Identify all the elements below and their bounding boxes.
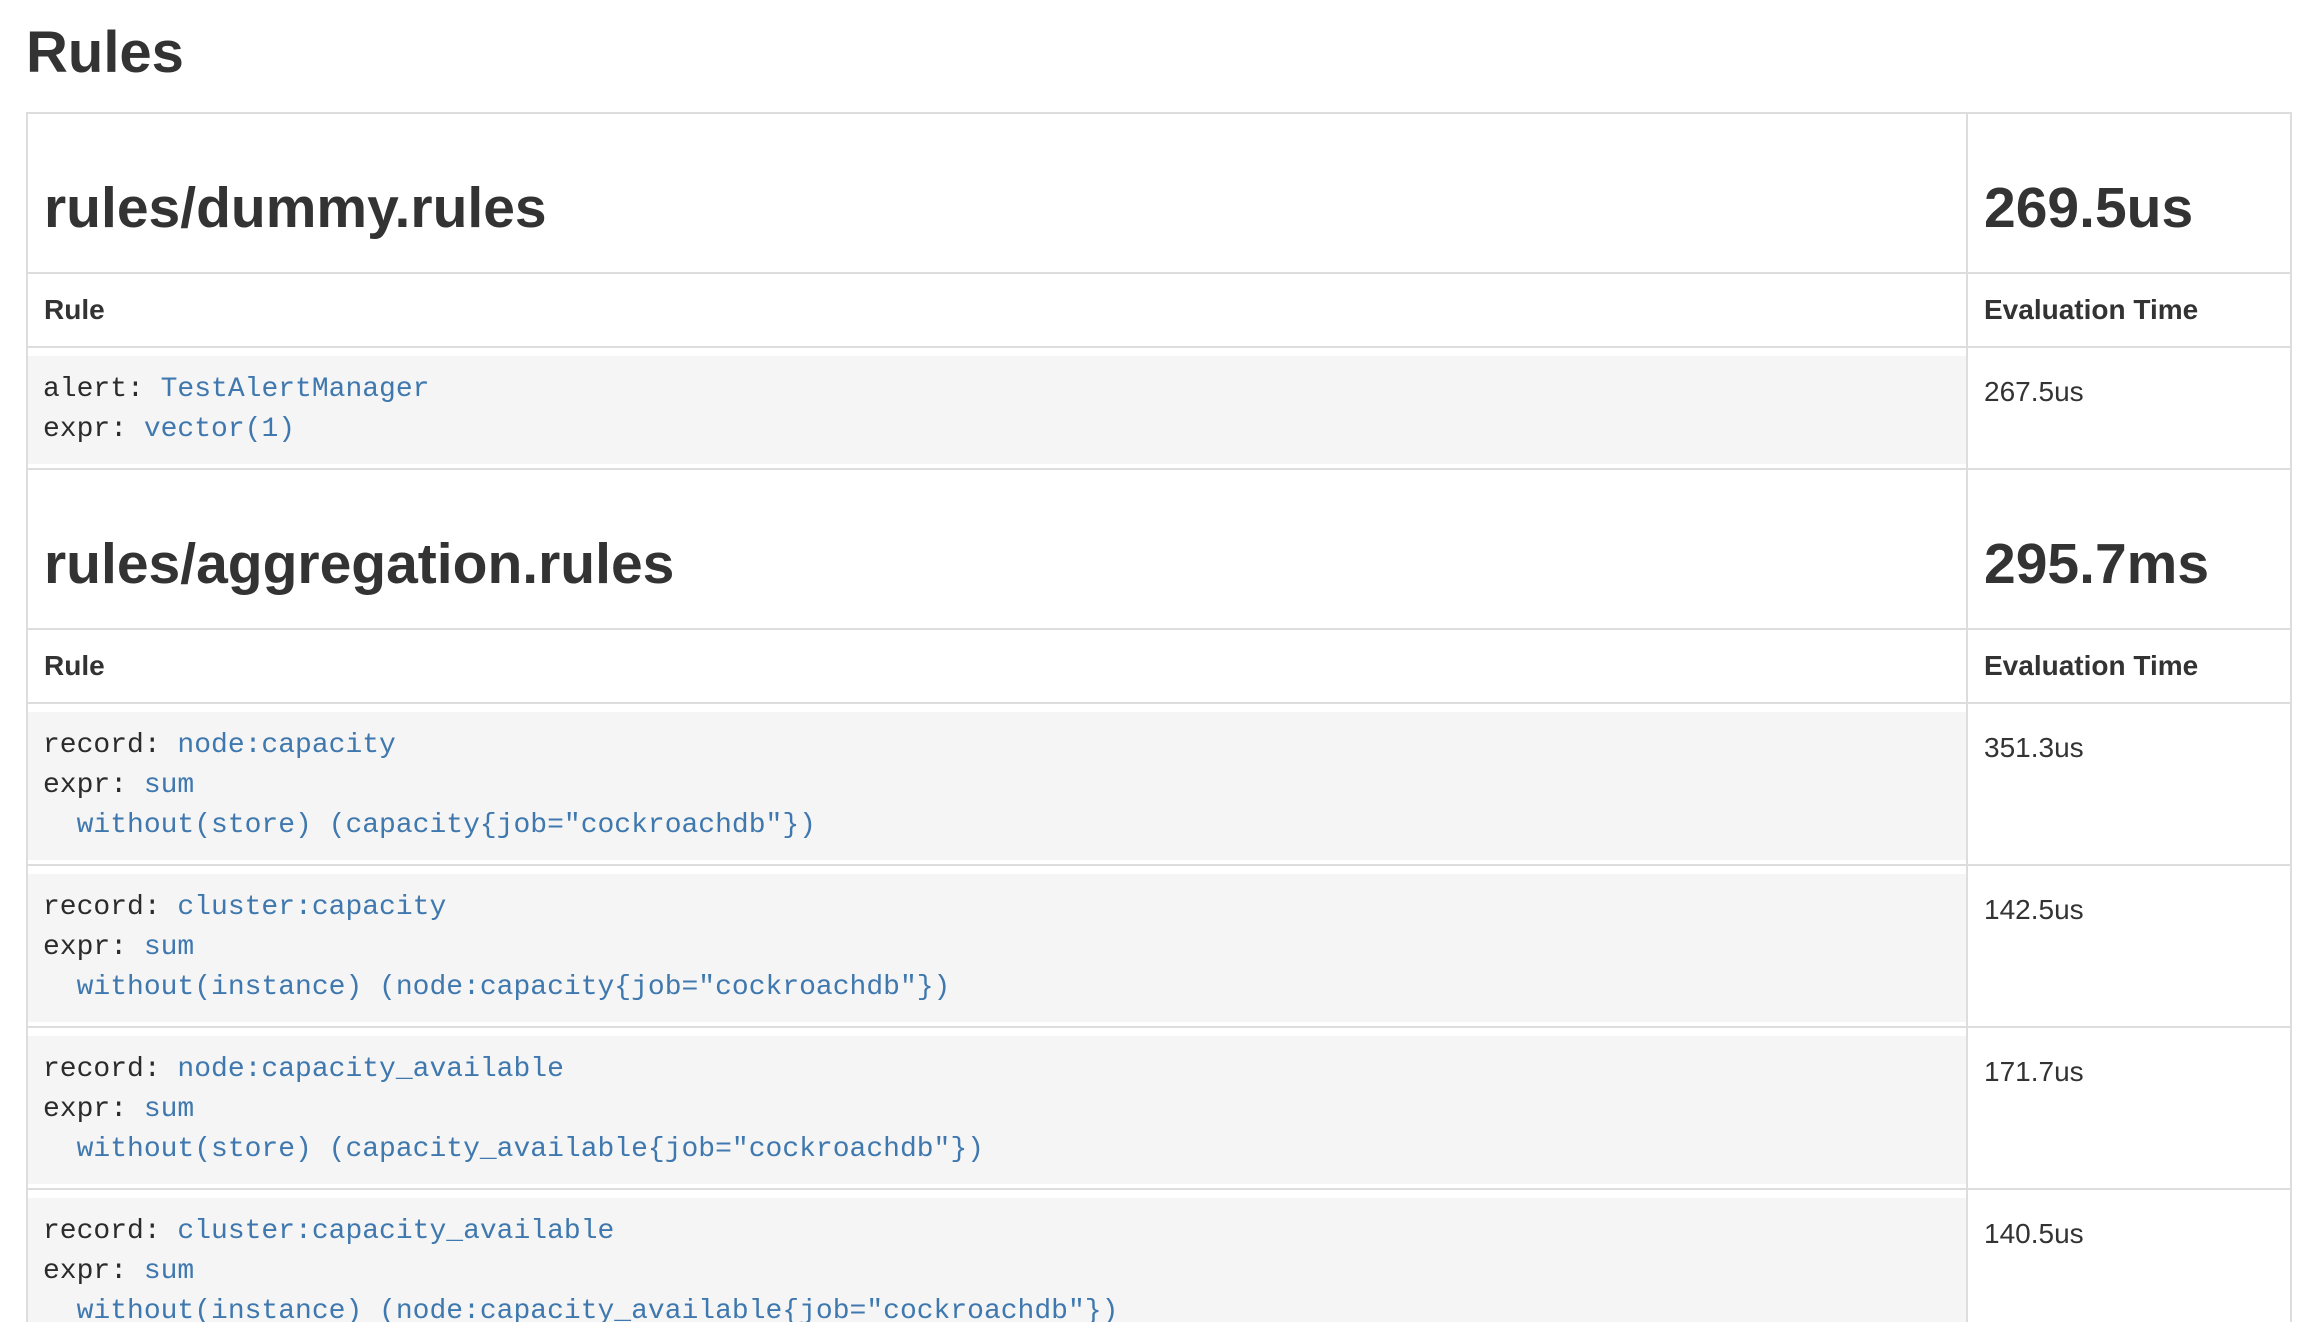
column-header-rule: Rule xyxy=(27,629,1967,703)
group-file-cell: rules/aggregation.rules xyxy=(27,469,1967,629)
column-header-eval-time: Evaluation Time xyxy=(1967,273,2291,347)
rule-code-cell: record: cluster:capacity_available expr:… xyxy=(27,1189,1967,1322)
rule-eval-time: 171.7us xyxy=(1967,1027,2291,1189)
rule-code-cell: record: cluster:capacity expr: sum witho… xyxy=(27,865,1967,1027)
code-key: expr: xyxy=(43,414,144,445)
group-file-cell: rules/dummy.rules xyxy=(27,113,1967,273)
group-eval-time: 269.5us xyxy=(1984,176,2274,240)
code-link[interactable]: node:capacity_available xyxy=(177,1054,563,1085)
code-key: expr: xyxy=(43,770,144,801)
code-link[interactable]: vector(1) xyxy=(144,414,295,445)
rule-code: record: cluster:capacity expr: sum witho… xyxy=(28,874,1966,1022)
code-link[interactable]: node:capacity xyxy=(177,730,395,761)
page-title: Rules xyxy=(26,24,2290,82)
group-file-name: rules/aggregation.rules xyxy=(44,532,1950,596)
code-link[interactable]: cluster:capacity_available xyxy=(177,1216,614,1247)
rule-code: record: node:capacity_available expr: su… xyxy=(28,1036,1966,1184)
rule-code-cell: record: node:capacity_available expr: su… xyxy=(27,1027,1967,1189)
rule-eval-time: 267.5us xyxy=(1967,347,2291,469)
code-key: expr: xyxy=(43,1094,144,1125)
rule-code: alert: TestAlertManager expr: vector(1) xyxy=(28,356,1966,464)
group-eval-time-cell: 295.7ms xyxy=(1967,469,2291,629)
code-link[interactable]: sum xyxy=(144,770,194,801)
rule-row: record: cluster:capacity expr: sum witho… xyxy=(27,865,2291,1027)
rule-row: record: cluster:capacity_available expr:… xyxy=(27,1189,2291,1322)
code-key: expr: xyxy=(43,1256,144,1287)
code-link[interactable]: without(instance) (node:capacity{job="co… xyxy=(43,972,950,1003)
code-link[interactable]: cluster:capacity xyxy=(177,892,446,923)
code-key: alert: xyxy=(43,374,161,405)
code-key: record: xyxy=(43,1054,177,1085)
rule-eval-time: 140.5us xyxy=(1967,1189,2291,1322)
rule-code: record: cluster:capacity_available expr:… xyxy=(28,1198,1966,1322)
group-eval-time: 295.7ms xyxy=(1984,532,2274,596)
column-header-row: Rule Evaluation Time xyxy=(27,629,2291,703)
rule-row: record: node:capacity_available expr: su… xyxy=(27,1027,2291,1189)
group-file-name: rules/dummy.rules xyxy=(44,176,1950,240)
rule-row: record: node:capacity expr: sum without(… xyxy=(27,703,2291,865)
rules-page: Rules rules/dummy.rules 269.5us Rule Eva… xyxy=(26,24,2290,1322)
code-link[interactable]: sum xyxy=(144,1094,194,1125)
rule-eval-time: 351.3us xyxy=(1967,703,2291,865)
code-link[interactable]: TestAlertManager xyxy=(161,374,430,405)
code-link[interactable]: without(store) (capacity_available{job="… xyxy=(43,1134,984,1165)
rule-eval-time: 142.5us xyxy=(1967,865,2291,1027)
column-header-rule: Rule xyxy=(27,273,1967,347)
code-link[interactable]: sum xyxy=(144,932,194,963)
group-header-row: rules/aggregation.rules 295.7ms xyxy=(27,469,2291,629)
rule-code: record: node:capacity expr: sum without(… xyxy=(28,712,1966,860)
code-link[interactable]: sum xyxy=(144,1256,194,1287)
code-key: record: xyxy=(43,892,177,923)
code-key: expr: xyxy=(43,932,144,963)
rules-table: rules/dummy.rules 269.5us Rule Evaluatio… xyxy=(26,112,2292,1322)
code-key: record: xyxy=(43,730,177,761)
rule-code-cell: record: node:capacity expr: sum without(… xyxy=(27,703,1967,865)
code-link[interactable]: without(store) (capacity{job="cockroachd… xyxy=(43,810,816,841)
rule-code-cell: alert: TestAlertManager expr: vector(1) xyxy=(27,347,1967,469)
group-eval-time-cell: 269.5us xyxy=(1967,113,2291,273)
column-header-eval-time: Evaluation Time xyxy=(1967,629,2291,703)
code-link[interactable]: without(instance) (node:capacity_availab… xyxy=(43,1296,1118,1322)
code-key: record: xyxy=(43,1216,177,1247)
column-header-row: Rule Evaluation Time xyxy=(27,273,2291,347)
rule-row: alert: TestAlertManager expr: vector(1) … xyxy=(27,347,2291,469)
group-header-row: rules/dummy.rules 269.5us xyxy=(27,113,2291,273)
